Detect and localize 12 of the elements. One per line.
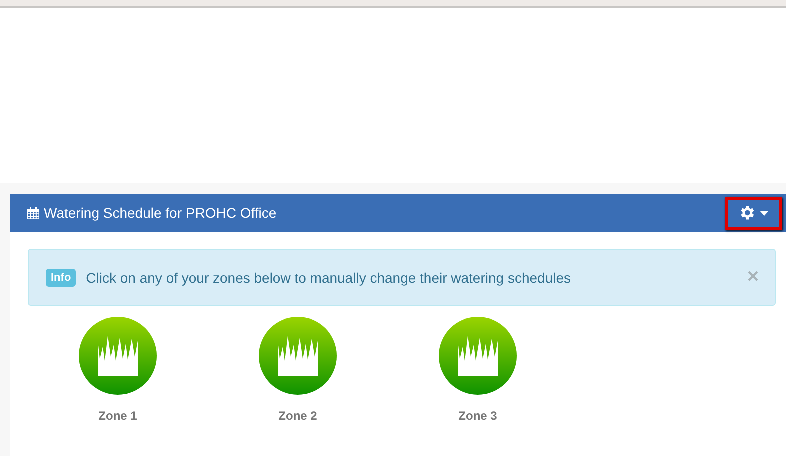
alert-message: Click on any of your zones below to manually change their watering schedules bbox=[86, 270, 572, 286]
zone-label[interactable]: Zone 2 bbox=[278, 409, 318, 423]
panel-title: Watering Schedule for PROHC Office bbox=[44, 205, 277, 221]
zone-label[interactable]: Zone 3 bbox=[458, 409, 498, 423]
grass-icon[interactable] bbox=[259, 317, 337, 395]
zone-label[interactable]: Zone 1 bbox=[98, 409, 138, 423]
calendar-icon bbox=[27, 206, 40, 220]
grass-icon[interactable] bbox=[79, 317, 157, 395]
info-badge: Info bbox=[46, 268, 76, 286]
settings-button[interactable] bbox=[725, 196, 782, 230]
grass-icon[interactable] bbox=[439, 317, 517, 395]
caret-icon bbox=[760, 210, 769, 216]
